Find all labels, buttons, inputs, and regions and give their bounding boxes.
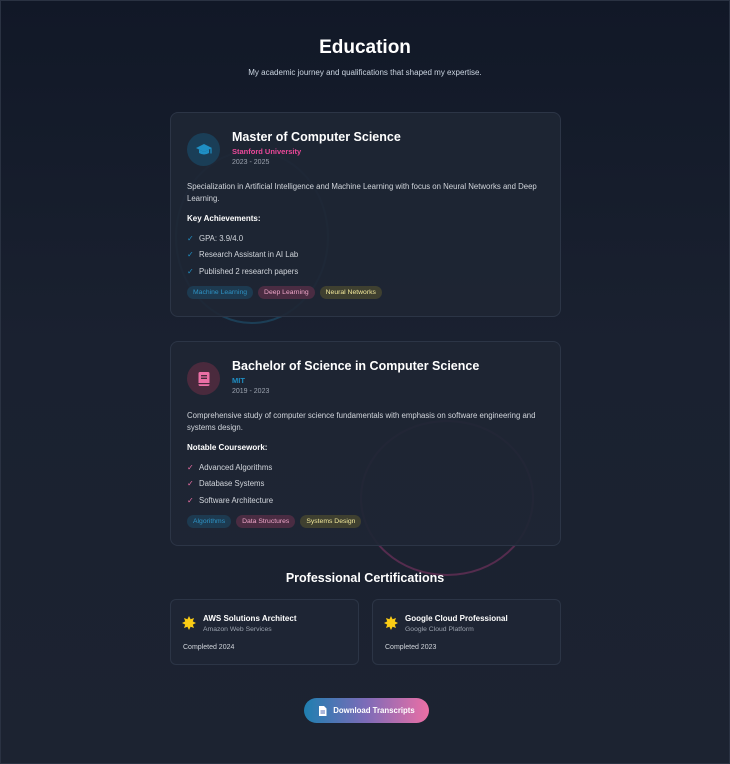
tag-deep-learning: Deep Learning	[258, 286, 315, 299]
degree-title: Master of Computer Science	[232, 130, 401, 144]
achievements-list: ✓ GPA: 3.9/4.0 ✓ Research Assistant in AI …	[187, 230, 298, 280]
certification-name: AWS Solutions Architect	[203, 614, 297, 623]
tag-machine-learning: Machine Learning	[187, 286, 254, 299]
list-item: ✓ Database Systems	[187, 476, 273, 493]
list-item-label: Database Systems	[199, 479, 265, 489]
certification-card-aws: AWS Solutions Architect Amazon Web Servi…	[170, 599, 359, 665]
education-card-bachelor: Bachelor of Science in Computer Science …	[170, 341, 561, 546]
certification-issuer: Amazon Web Services	[203, 626, 272, 633]
check-icon: ✓	[187, 250, 194, 260]
certification-card-gcp: Google Cloud Professional Google Cloud P…	[372, 599, 561, 665]
degree-years: 2023 - 2025	[232, 159, 270, 166]
list-item: ✓ Software Architecture	[187, 492, 273, 509]
list-item: ✓ GPA: 3.9/4.0	[187, 230, 298, 247]
education-card-master: Master of Computer Science Stanford Univ…	[170, 112, 561, 317]
degree-years: 2019 - 2023	[232, 388, 270, 395]
certification-name: Google Cloud Professional	[405, 614, 508, 623]
download-transcripts-button[interactable]: Download Transcripts	[304, 698, 429, 723]
achievements-title: Key Achievements:	[187, 214, 261, 223]
page-title: Education	[319, 37, 411, 58]
coursework-list: ✓ Advanced Algorithms ✓ Database Systems ✓…	[187, 459, 273, 509]
badge-star-icon	[384, 616, 398, 630]
certification-completed: Completed 2023	[385, 644, 437, 651]
degree-description: Comprehensive study of computer science …	[187, 411, 536, 432]
list-item: ✓ Research Assistant in AI Lab	[187, 247, 298, 264]
list-item: ✓ Advanced Algorithms	[187, 459, 273, 476]
list-item-label: Advanced Algorithms	[199, 462, 273, 472]
check-icon: ✓	[187, 233, 194, 243]
certification-issuer: Google Cloud Platform	[405, 626, 474, 633]
list-item-label: Software Architecture	[199, 495, 274, 505]
degree-description: Specialization in Artificial Intelligenc…	[187, 182, 537, 203]
degree-title: Bachelor of Science in Computer Science	[232, 359, 480, 373]
check-icon: ✓	[187, 479, 194, 489]
check-icon: ✓	[187, 495, 194, 505]
check-icon: ✓	[187, 462, 194, 472]
tag-systems-design: Systems Design	[300, 515, 362, 528]
tag-data-structures: Data Structures	[236, 515, 296, 528]
school-name: Stanford University	[232, 147, 302, 156]
tag-algorithms: Algorithms	[187, 515, 232, 528]
tag-list: Machine Learning Deep Learning Neural Ne…	[187, 286, 382, 299]
tag-list: Algorithms Data Structures Systems Desig…	[187, 515, 362, 528]
tag-neural-networks: Neural Networks	[319, 286, 382, 299]
badge-star-icon	[182, 616, 196, 630]
download-button-label: Download Transcripts	[333, 706, 415, 715]
school-name: MIT	[232, 376, 245, 385]
page-subtitle: My academic journey and qualifications t…	[248, 68, 482, 77]
list-item: ✓ Published 2 research papers	[187, 263, 298, 280]
book-icon	[187, 362, 220, 395]
list-item-label: GPA: 3.9/4.0	[199, 233, 244, 243]
certifications-title: Professional Certifications	[285, 571, 445, 585]
coursework-title: Notable Coursework:	[187, 443, 268, 452]
graduation-cap-icon	[187, 133, 220, 166]
certification-completed: Completed 2024	[183, 644, 235, 651]
list-item-label: Research Assistant in AI Lab	[199, 250, 299, 260]
check-icon: ✓	[187, 266, 194, 276]
list-item-label: Published 2 research papers	[199, 266, 299, 276]
file-download-icon	[319, 705, 327, 716]
